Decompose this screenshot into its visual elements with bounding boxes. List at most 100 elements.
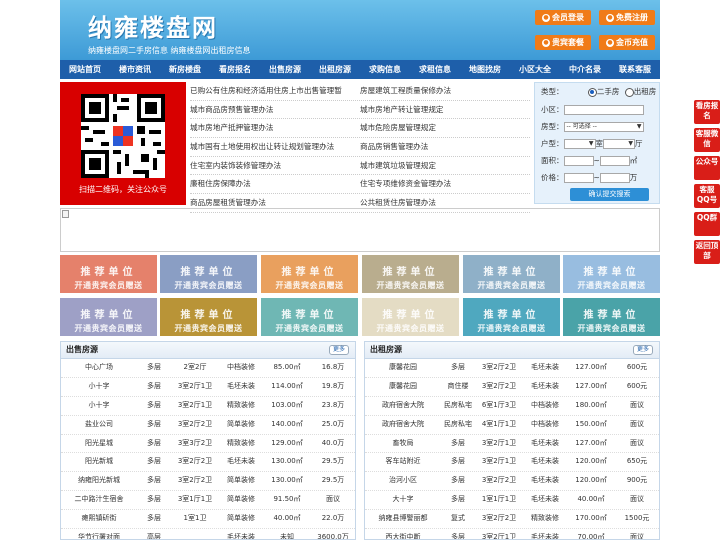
side-official-account[interactable]: 公众号 — [694, 156, 720, 180]
area: 120.00㎡ — [575, 457, 607, 466]
table-row[interactable]: 畜牧局 多层 3室2厅1卫 毛坯未装 127.00㎡ 面议 — [365, 435, 659, 454]
hall-select[interactable]: ▼ — [603, 139, 635, 149]
layout: 3室2厅1卫 — [481, 438, 517, 447]
building-type: 民房私宅 — [444, 419, 472, 428]
radio-rental[interactable] — [624, 87, 634, 97]
side-qq-service[interactable]: 客服QQ号 — [694, 184, 720, 208]
nav-home[interactable]: 网站首页 — [60, 60, 110, 79]
policy-link[interactable]: 房屋建筑工程质量保修办法 — [360, 82, 530, 100]
area-min-input[interactable] — [563, 156, 594, 166]
table-row[interactable]: 客车站附近 多层 3室2厅1卫 毛坯未装 120.00㎡ 650元 — [365, 453, 659, 473]
promo-tile[interactable]: 推荐单位 开通贵宾会员赠送 — [160, 298, 257, 336]
search-submit-button[interactable]: 确认提交搜索 — [570, 188, 649, 201]
nav-communities[interactable]: 小区大全 — [510, 60, 560, 79]
housetype-select[interactable]: -- 可选择 -- ▼ — [563, 122, 644, 132]
nav-wanted-rent[interactable]: 求租信息 — [410, 60, 460, 79]
side-wechat-service[interactable]: 客服微信 — [694, 128, 720, 152]
promo-tile-subtitle: 开通贵宾会员赠送 — [74, 281, 143, 290]
register-button[interactable]: ● 免费注册 — [599, 10, 655, 25]
nav-contact[interactable]: 联系客服 — [610, 60, 660, 79]
table-row[interactable]: 纳雍县博警丽都 复式 3室2厅2卫 精致装修 170.00㎡ 1500元 — [365, 510, 659, 530]
table-row[interactable]: 西大街中断 多层 3室2厅1卫 毛坯未装 70.00㎡ 面议 — [365, 529, 659, 539]
table-row[interactable]: 政府宿舍大院 民房私宅 4室1厅1卫 中档装修 150.00㎡ 面议 — [365, 416, 659, 435]
policy-link[interactable]: 城市房地产抵押管理办法 — [190, 119, 360, 137]
promo-tile[interactable]: 推荐单位 开通贵宾会员赠送 — [60, 298, 157, 336]
community-input[interactable] — [563, 105, 644, 115]
promo-tile-title: 推荐单位 — [483, 310, 540, 321]
radio-second-hand[interactable] — [587, 87, 597, 97]
ad-banner[interactable] — [60, 208, 660, 252]
layout: 6室1厅3卫 — [481, 400, 517, 409]
policy-link[interactable]: 住宅室内装饰装修管理办法 — [190, 157, 360, 175]
price-min-input[interactable] — [563, 173, 594, 183]
side-back-to-top[interactable]: 返回顶部 — [694, 240, 720, 264]
chevron-down-icon: ▼ — [636, 123, 642, 130]
table-row[interactable]: 纳雍阳光新城 多层 3室2厅2卫 简单装修 130.00㎡ 29.5万 — [61, 472, 355, 492]
table-row[interactable]: 治河小区 多层 3室2厅2卫 毛坯未装 120.00㎡ 900元 — [365, 472, 659, 492]
policy-link[interactable]: 住宅专项维修资金管理办法 — [360, 175, 530, 193]
promo-tile[interactable]: 推荐单位 开通贵宾会员赠送 — [463, 298, 560, 336]
site-logo[interactable]: 纳雍楼盘网 — [88, 8, 218, 43]
promo-tile[interactable]: 推荐单位开通贵宾会员赠送 — [60, 255, 157, 293]
coin-recharge-button[interactable]: ● 金币充值 — [599, 35, 655, 50]
community-name: 政府宿舍大院 — [382, 400, 424, 409]
layout: 3室2厅2卫 — [177, 419, 213, 428]
nav-news[interactable]: 楼市资讯 — [110, 60, 160, 79]
table-row[interactable]: 小十字 多层 3室2厅1卫 毛坯未装 114.00㎡ 19.8万 — [61, 378, 355, 397]
decoration: 简单装修 — [227, 495, 255, 504]
promo-tile-title: 推荐单位 — [281, 267, 338, 278]
nav-for-sale[interactable]: 出售房源 — [260, 60, 310, 79]
policy-link[interactable]: 城市危险房屋管理规定 — [360, 119, 530, 137]
table-row[interactable]: 盐业公司 多层 3室2厅2卫 简单装修 140.00㎡ 25.0万 — [61, 416, 355, 435]
policy-link[interactable]: 城市房地产转让管理规定 — [360, 101, 530, 119]
table-row[interactable]: 阳光星城 多层 3室3厅2卫 精致装修 129.00㎡ 40.0万 — [61, 435, 355, 454]
vip-package-button[interactable]: ● 贵宾套餐 — [535, 35, 591, 50]
table-row[interactable]: 二中路汁生宿舍 多层 3室1厅1卫 简单装修 91.50㎡ 面议 — [61, 491, 355, 511]
side-qq-group[interactable]: QQ群 — [694, 212, 720, 236]
promo-tile[interactable]: 推荐单位 开通贵宾会员赠送 — [463, 255, 560, 293]
promo-tile[interactable]: 推荐单位 开通贵宾会员赠送 — [362, 255, 459, 293]
table-row[interactable]: 大十字 多层 1室1厅1卫 毛坯未装 40.00㎡ 面议 — [365, 491, 659, 511]
nav-new-homes[interactable]: 新房楼盘 — [160, 60, 210, 79]
promo-tile[interactable]: 推荐单位 开通贵宾会员赠送 — [261, 255, 358, 293]
table-row[interactable]: 瘫熙镇斫街 多层 1室1卫 简单装修 40.00㎡ 22.0万 — [61, 510, 355, 530]
policy-link[interactable]: 商品房销售管理办法 — [360, 138, 530, 156]
community-name: 政府宿舍大院 — [382, 419, 424, 428]
promo-tile-title: 推荐单位 — [80, 267, 137, 278]
price-max-input[interactable] — [599, 173, 630, 183]
table-row[interactable]: 小十字 多层 3室2厅1卫 精致装修 103.00㎡ 23.8万 — [61, 397, 355, 416]
area: 120.00㎡ — [575, 476, 607, 485]
area: 170.00㎡ — [575, 514, 607, 523]
promo-tile[interactable]: 推荐单位 开通贵宾会员赠送 — [563, 298, 660, 336]
promo-tile[interactable]: 推荐单位 开通贵宾会员赠送 — [160, 255, 257, 293]
more-button[interactable]: 更多 — [328, 345, 349, 355]
nav-wanted-buy[interactable]: 求购信息 — [360, 60, 410, 79]
room-select[interactable]: ▼ — [563, 139, 596, 149]
policy-link[interactable]: 城市商品房预售管理办法 — [190, 101, 360, 119]
table-row[interactable]: 华节行署对面 高层 毛坯未装 未知 3600.0万 — [61, 529, 355, 539]
decoration: 毛坯未装 — [531, 363, 559, 371]
login-button[interactable]: ● 会员登录 — [535, 10, 591, 25]
promo-tile[interactable]: 推荐单位 开通贵宾会员赠送 — [362, 298, 459, 336]
nav-for-rent[interactable]: 出租房源 — [310, 60, 360, 79]
more-button[interactable]: 更多 — [632, 345, 653, 355]
policy-link[interactable]: 廉租住房保障办法 — [190, 175, 360, 193]
table-row[interactable]: 中心广场 多层 2室2厅 中档装修 85.00㎡ 16.8万 — [61, 359, 355, 378]
table-row[interactable]: 阳光新城 多层 3室2厅2卫 毛坯未装 130.00㎡ 29.5万 — [61, 453, 355, 473]
promo-tile-subtitle: 开通贵宾会员赠送 — [174, 324, 243, 333]
policy-link[interactable]: 已购公有住房和经济适用住房上市出售管理暂 — [190, 82, 360, 100]
table-row[interactable]: 康馨花园 多层 3室2厅2卫 毛坯未装 127.00㎡ 600元 — [365, 359, 659, 378]
area-max-input[interactable] — [599, 156, 630, 166]
promo-tile[interactable]: 推荐单位 开通贵宾会员赠送 — [261, 298, 358, 336]
policy-link[interactable]: 城市国有土地使用权出让转让规划管理办法 — [190, 138, 360, 156]
building-type: 多层 — [451, 457, 465, 466]
nav-viewing-signup[interactable]: 看房报名 — [210, 60, 260, 79]
table-row[interactable]: 康馨花园 商住楼 3室2厅2卫 毛坯未装 127.00㎡ 600元 — [365, 378, 659, 397]
nav-agencies[interactable]: 中介名录 — [560, 60, 610, 79]
promo-tile[interactable]: 推荐单位 开通贵宾会员赠送 — [563, 255, 660, 293]
policy-link[interactable]: 城市建筑垃圾管理规定 — [360, 157, 530, 175]
side-viewing-signup[interactable]: 看房报名 — [694, 100, 720, 124]
nav-map-search[interactable]: 地图找房 — [460, 60, 510, 79]
table-row[interactable]: 政府宿舍大院 民房私宅 6室1厅3卫 中档装修 180.00㎡ 面议 — [365, 397, 659, 416]
promo-tile-title: 推荐单位 — [583, 310, 640, 321]
